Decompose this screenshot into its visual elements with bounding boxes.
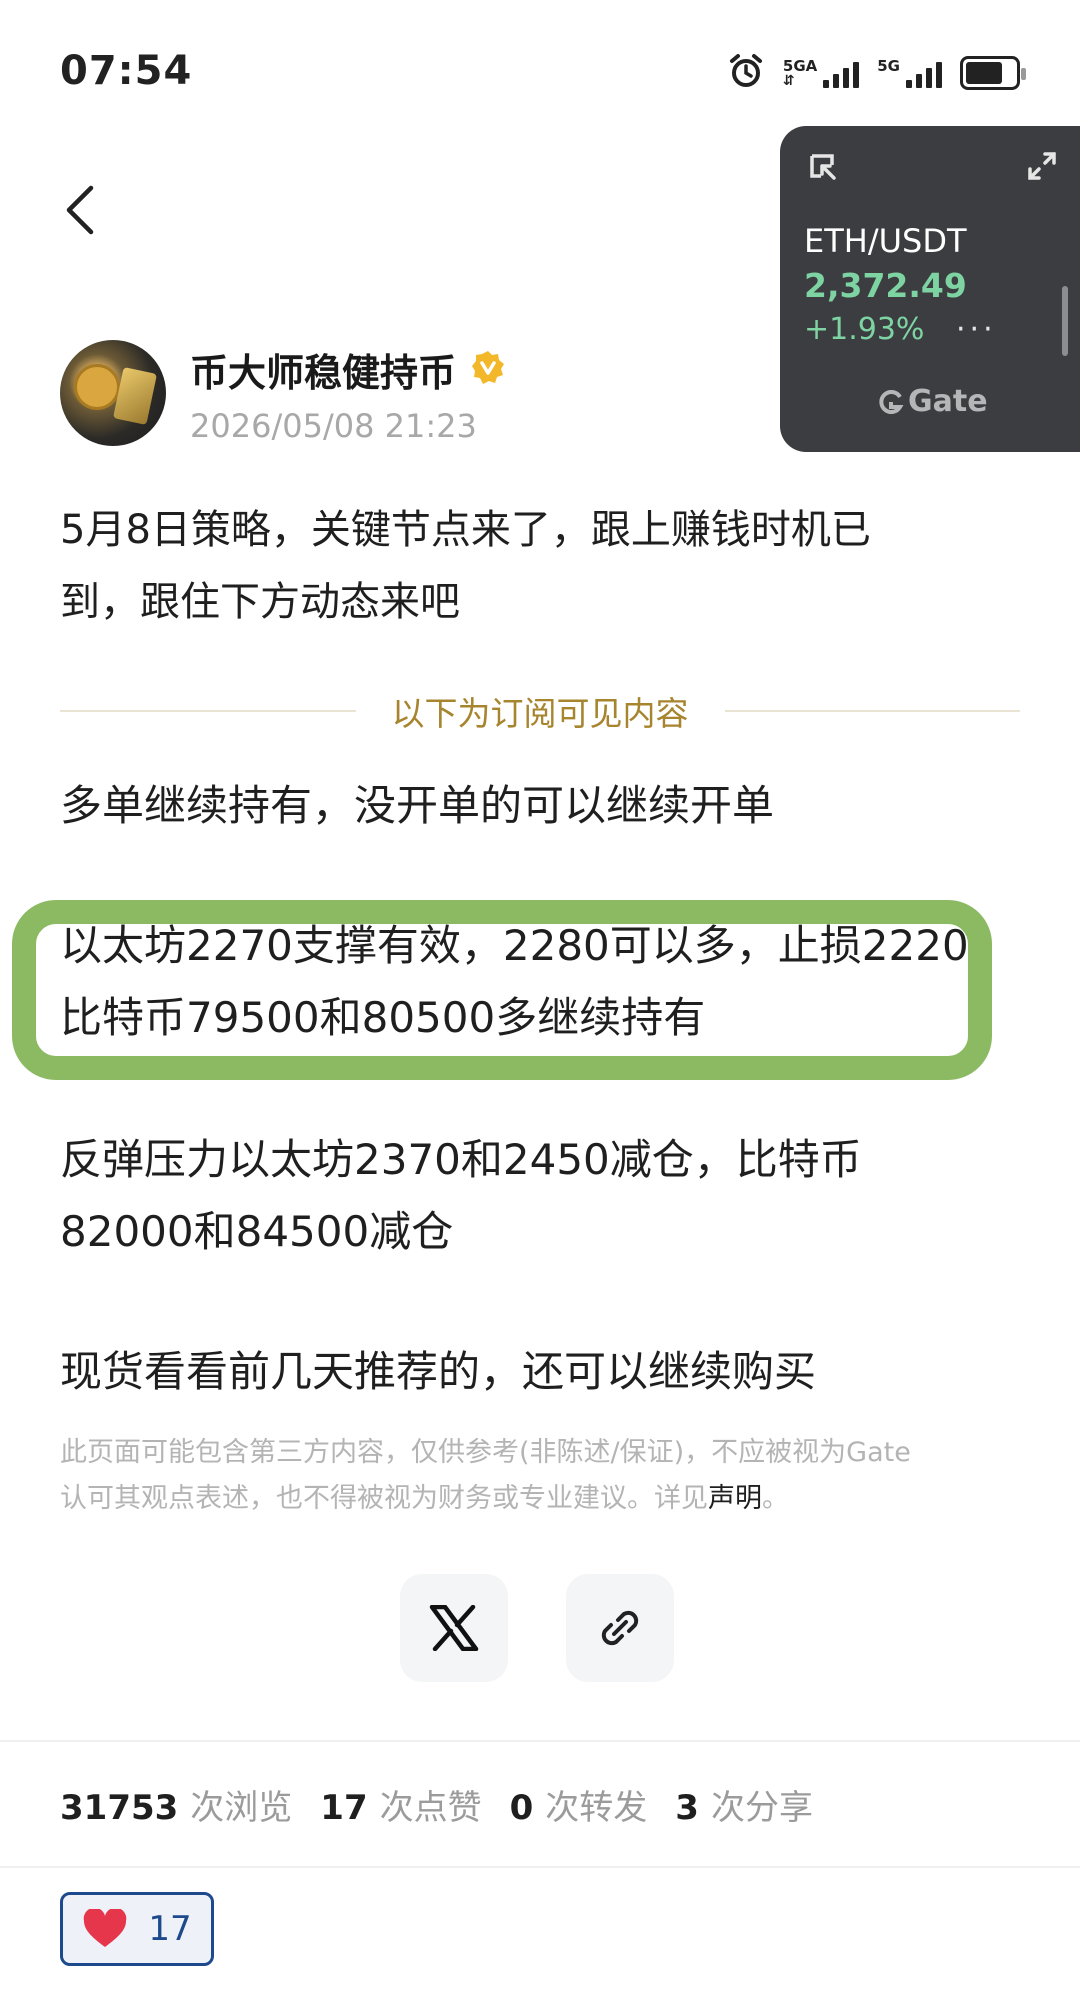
- post-title: 5月8日策略，关键节点来了，跟上赚钱时机已 到，跟住下方动态来吧: [60, 494, 990, 638]
- battery-icon: [960, 56, 1026, 90]
- shares-count: 3: [675, 1788, 699, 1828]
- post-paragraph-line: 反弹压力以太坊2370和2450减仓，比特币: [60, 1135, 862, 1184]
- post-paragraph-line: 比特币79500和80500多继续持有: [60, 993, 706, 1042]
- post-paragraph: 以太坊2270支撑有效，2280可以多，止损2220 比特币79500和8050…: [60, 910, 1020, 1054]
- disclaimer-link[interactable]: 声明: [708, 1483, 762, 1514]
- status-icons: 5GA ⇵ 5G: [727, 52, 1026, 94]
- copy-link-button[interactable]: [566, 1574, 674, 1682]
- views-count: 31753: [60, 1788, 179, 1828]
- reposts-count: 0: [509, 1788, 534, 1828]
- divider: [0, 1866, 1080, 1868]
- alarm-icon: [727, 52, 765, 94]
- gate-logo-icon: [879, 389, 904, 414]
- back-button[interactable]: [55, 180, 105, 240]
- disclaimer-end: 。: [762, 1483, 789, 1514]
- likes-label: 次点赞: [379, 1788, 482, 1828]
- post-paragraph: 反弹压力以太坊2370和2450减仓，比特币 82000和84500减仓: [60, 1124, 1020, 1268]
- share-x-button[interactable]: [400, 1574, 508, 1682]
- status-bar: 07:54 5GA ⇵ 5G: [0, 0, 1080, 140]
- post-title-line: 5月8日策略，关键节点来了，跟上赚钱时机已: [60, 507, 871, 553]
- subscription-divider: 以下为订阅可见内容: [60, 686, 1020, 736]
- link-icon: [601, 1610, 639, 1646]
- signal-5ga: 5GA ⇵: [782, 57, 860, 89]
- post-date: 2026/05/08 21:23: [190, 406, 477, 445]
- signal-bars-icon: [823, 58, 860, 88]
- ticker-price: 2,372.49: [804, 266, 967, 305]
- picture-in-picture-icon[interactable]: [808, 152, 838, 186]
- avatar[interactable]: [60, 340, 166, 446]
- signal-bars-icon: [906, 58, 942, 88]
- ticker-scrollbar[interactable]: [1062, 286, 1068, 356]
- post-stats: 31753 次浏览 17 次点赞 0 次转发 3 次分享: [60, 1780, 841, 1829]
- heart-icon: [84, 1909, 127, 1947]
- author-name[interactable]: 币大师稳健持币: [190, 342, 456, 397]
- signal-5g: 5G: [877, 58, 942, 88]
- ticker-change: +1.93%: [804, 312, 925, 347]
- shares-label: 次分享: [710, 1788, 813, 1828]
- data-arrows-icon: ⇵: [782, 73, 795, 89]
- views-label: 次浏览: [190, 1788, 293, 1828]
- likes-count: 17: [320, 1788, 368, 1828]
- ticker-pair: ETH/USDT: [804, 222, 967, 260]
- expand-icon[interactable]: [1026, 150, 1058, 186]
- post-paragraph: 多单继续持有，没开单的可以继续开单: [60, 781, 775, 830]
- post-paragraph-line: 82000和84500减仓: [60, 1207, 454, 1256]
- network-label-2: 5G: [877, 57, 900, 75]
- gate-logo: Gate: [878, 384, 988, 419]
- more-options-icon[interactable]: ···: [956, 312, 997, 347]
- network-label-1: 5GA: [782, 57, 818, 75]
- author-header[interactable]: 币大师稳健持币 2026/05/08 21:23: [60, 340, 506, 446]
- reposts-label: 次转发: [545, 1788, 648, 1828]
- divider: [0, 1740, 1080, 1742]
- chevron-left-icon: [66, 185, 94, 235]
- subscription-divider-label: 以下为订阅可见内容: [391, 694, 689, 733]
- share-row: [400, 1574, 674, 1682]
- post-paragraph-line: 以太坊2270支撑有效，2280可以多，止损2220: [60, 921, 969, 970]
- disclaimer: 此页面可能包含第三方内容，仅供参考(非陈述/保证)，不应被视为Gate 认可其观…: [60, 1430, 1020, 1522]
- ticker-brand: Gate: [908, 384, 988, 419]
- post-title-line: 到，跟住下方动态来吧: [60, 579, 460, 625]
- price-ticker-widget[interactable]: ETH/USDT 2,372.49 +1.93% ··· Gate: [780, 126, 1080, 452]
- disclaimer-line: 此页面可能包含第三方内容，仅供参考(非陈述/保证)，不应被视为Gate: [60, 1437, 911, 1468]
- disclaimer-line: 认可其观点表述，也不得被视为财务或专业建议。详见: [60, 1483, 708, 1514]
- status-time: 07:54: [60, 48, 193, 94]
- verified-badge-icon: [470, 349, 506, 389]
- like-button[interactable]: 17: [60, 1892, 214, 1966]
- x-logo-icon: [429, 1605, 479, 1651]
- post-paragraph: 现货看看前几天推荐的，还可以继续购买: [60, 1347, 817, 1396]
- like-count: 17: [148, 1909, 192, 1949]
